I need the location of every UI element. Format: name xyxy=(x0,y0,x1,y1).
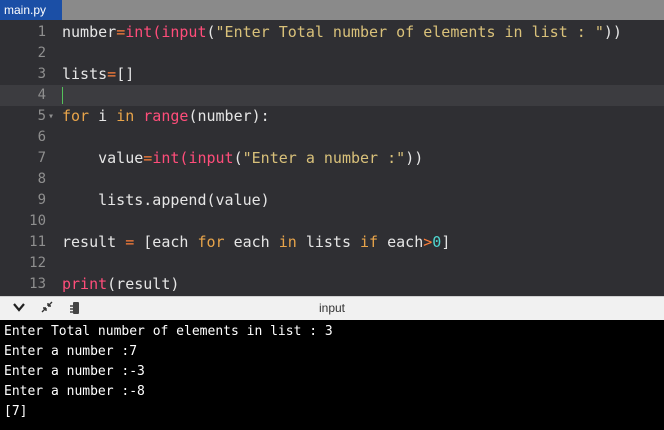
code-line: 6 xyxy=(0,127,664,148)
code-text: for i in range(number): xyxy=(62,107,270,125)
tab-label: main.py xyxy=(4,3,47,17)
code-line: 10 xyxy=(0,211,664,232)
code-text: number=int(input("Enter Total number of … xyxy=(62,23,622,41)
code-text: lists.append(value) xyxy=(62,191,270,209)
line-number: 11 xyxy=(29,234,46,250)
clear-console-icon[interactable] xyxy=(68,300,84,321)
line-number: 13 xyxy=(29,276,46,292)
console-line: Enter Total number of elements in list :… xyxy=(4,324,333,339)
console-line: Enter a number :-3 xyxy=(4,364,145,379)
line-number: 2 xyxy=(37,45,46,61)
console-line: [7] xyxy=(4,404,28,419)
code-line: 11 result = [each for each in lists if e… xyxy=(0,232,664,253)
code-editor[interactable]: 1 number=int(input("Enter Total number o… xyxy=(0,20,664,296)
code-text: print(result) xyxy=(62,275,180,293)
code-line: 12 xyxy=(0,253,664,274)
text-cursor xyxy=(62,87,63,104)
console-line: Enter a number :7 xyxy=(4,344,138,359)
line-number: 9 xyxy=(37,192,46,208)
input-panel-header: input xyxy=(0,296,664,320)
line-number: 10 xyxy=(29,213,46,229)
code-text: lists=[] xyxy=(62,65,135,83)
code-text: result = [each for each in lists if each… xyxy=(62,233,451,251)
code-line: 2 xyxy=(0,43,664,64)
console-line: Enter a number :-8 xyxy=(4,384,145,399)
code-line: 7 value=int(input("Enter a number :")) xyxy=(0,148,664,169)
code-line: 3 lists=[] xyxy=(0,64,664,85)
line-number: 3 xyxy=(37,66,46,82)
code-line: 1 number=int(input("Enter Total number o… xyxy=(0,22,664,43)
code-line: 13 print(result) xyxy=(0,274,664,295)
line-number: 4 xyxy=(37,87,46,103)
line-number: 5 xyxy=(37,108,46,124)
chevron-down-icon[interactable] xyxy=(12,300,26,319)
fold-arrow-icon[interactable]: ▾ xyxy=(48,106,54,127)
code-line: 9 lists.append(value) xyxy=(0,190,664,211)
code-line-active: 4 xyxy=(0,85,664,106)
tab-main-py[interactable]: main.py xyxy=(0,0,62,20)
tab-bar: main.py xyxy=(0,0,664,20)
line-number: 7 xyxy=(37,150,46,166)
code-text: value=int(input("Enter a number :")) xyxy=(62,149,424,167)
input-panel-title: input xyxy=(318,301,346,315)
code-line: 5 ▾ for i in range(number): xyxy=(0,106,664,127)
code-line: 8 xyxy=(0,169,664,190)
line-number: 1 xyxy=(37,24,46,40)
line-number: 6 xyxy=(37,129,46,145)
collapse-arrows-icon[interactable] xyxy=(40,300,54,319)
console-output[interactable]: Enter Total number of elements in list :… xyxy=(0,320,664,430)
line-number: 12 xyxy=(29,255,46,271)
line-number: 8 xyxy=(37,171,46,187)
